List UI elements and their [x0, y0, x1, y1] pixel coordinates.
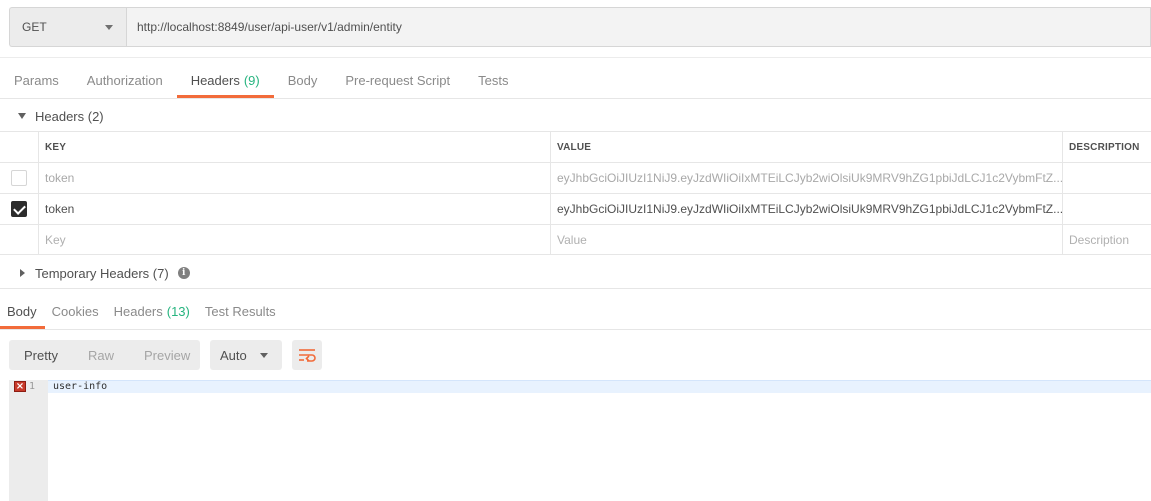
tab-pre-request-script[interactable]: Pre-request Script	[331, 62, 464, 98]
view-mode-group: Pretty Raw Preview	[9, 340, 200, 370]
divider	[0, 288, 1151, 289]
response-tabs: Body Cookies Headers (13) Test Results	[0, 294, 284, 329]
url-text: http://localhost:8849/user/api-user/v1/a…	[137, 20, 402, 34]
table-row: token eyJhbGciOiJIUzI1NiJ9.eyJzdWIiOiIxM…	[0, 193, 1151, 224]
tab-label: Tests	[478, 72, 509, 88]
tab-authorization[interactable]: Authorization	[73, 62, 177, 98]
tab-headers[interactable]: Headers (9)	[176, 62, 274, 98]
tab-label: Headers	[113, 304, 163, 319]
headers-table: KEY VALUE DESCRIPTION token eyJhbGciOiJI…	[0, 131, 1151, 255]
column-header-value: VALUE	[551, 132, 1063, 162]
tab-label: Authorization	[86, 72, 163, 88]
tab-count-badge: (9)	[243, 72, 260, 88]
value-cell[interactable]: eyJhbGciOiJIUzI1NiJ9.eyJzdWIiOiIxMTEiLCJ…	[551, 194, 1063, 224]
row-checkbox-cell	[0, 225, 39, 254]
line-number: 1	[29, 381, 36, 392]
method-label: GET	[22, 20, 47, 34]
column-header-key: KEY	[39, 132, 551, 162]
caret-down-icon	[18, 113, 26, 119]
tab-label: Body	[287, 72, 318, 88]
value-input-placeholder[interactable]: Value	[551, 225, 1063, 254]
request-bar: GET http://localhost:8849/user/api-user/…	[9, 7, 1151, 47]
description-input-placeholder[interactable]: Description	[1063, 225, 1151, 254]
key-cell[interactable]: token	[39, 194, 551, 224]
table-row: token eyJhbGciOiJIUzI1NiJ9.eyJzdWIiOiIxM…	[0, 162, 1151, 193]
raw-button[interactable]: Raw	[73, 340, 129, 370]
chevron-down-icon	[105, 25, 113, 30]
request-tabs: Params Authorization Headers (9) Body Pre…	[0, 62, 522, 98]
row-checkbox-cell	[0, 163, 39, 193]
temporary-headers-title: Temporary Headers (7)	[35, 265, 169, 281]
key-cell[interactable]: token	[39, 163, 551, 193]
pretty-button[interactable]: Pretty	[9, 340, 73, 370]
row-checkbox[interactable]	[11, 170, 27, 186]
caret-right-icon	[20, 269, 25, 277]
divider	[0, 329, 1151, 330]
code-line: user-info	[53, 381, 108, 392]
divider	[0, 57, 1151, 58]
headers-section-toggle[interactable]: Headers (2)	[18, 106, 104, 126]
tab-label: Body	[7, 304, 37, 319]
response-body-editor[interactable]: × 1 user-info	[9, 380, 1151, 501]
wrap-lines-button[interactable]	[292, 340, 322, 370]
divider	[0, 98, 1151, 99]
temporary-headers-toggle[interactable]: Temporary Headers (7) i	[20, 263, 190, 283]
tab-body[interactable]: Body	[274, 62, 332, 98]
chevron-down-icon	[260, 353, 268, 358]
method-select[interactable]: GET	[9, 7, 126, 47]
table-header-row: KEY VALUE DESCRIPTION	[0, 131, 1151, 162]
description-cell[interactable]	[1063, 194, 1151, 224]
editor-gutter: × 1	[9, 380, 48, 501]
response-tab-headers[interactable]: Headers (13)	[107, 294, 198, 329]
url-input[interactable]: http://localhost:8849/user/api-user/v1/a…	[126, 7, 1151, 47]
row-checkbox-cell	[0, 194, 39, 224]
column-header-description: DESCRIPTION	[1069, 141, 1140, 153]
info-icon[interactable]: i	[177, 267, 190, 279]
value-cell[interactable]: eyJhbGciOiJIUzI1NiJ9.eyJzdWIiOiIxMTEiLCJ…	[551, 163, 1063, 193]
tab-count-badge: (13)	[166, 304, 190, 319]
format-label: Auto	[220, 347, 247, 363]
row-checkbox-checked[interactable]	[11, 201, 27, 217]
tab-label: Params	[14, 72, 59, 88]
response-tab-test-results[interactable]: Test Results	[198, 294, 284, 329]
table-row-new: Key Value Description	[0, 224, 1151, 255]
preview-button[interactable]: Preview	[129, 340, 205, 370]
active-line-highlight	[48, 380, 1151, 393]
response-tab-cookies[interactable]: Cookies	[45, 294, 107, 329]
wrap-lines-icon	[299, 349, 316, 362]
tab-label: Test Results	[204, 304, 276, 319]
tab-label: Pre-request Script	[345, 72, 451, 88]
tab-label: Headers	[190, 72, 240, 88]
header-checkbox-column	[0, 132, 39, 162]
description-cell[interactable]	[1063, 163, 1151, 193]
tab-tests[interactable]: Tests	[464, 62, 522, 98]
response-tab-body[interactable]: Body	[0, 294, 45, 329]
error-marker-icon[interactable]: ×	[14, 381, 26, 392]
key-input-placeholder[interactable]: Key	[39, 225, 551, 254]
tab-label: Cookies	[51, 304, 99, 319]
tab-params[interactable]: Params	[0, 62, 73, 98]
format-select[interactable]: Auto	[210, 340, 282, 370]
headers-section-title: Headers (2)	[35, 108, 104, 124]
